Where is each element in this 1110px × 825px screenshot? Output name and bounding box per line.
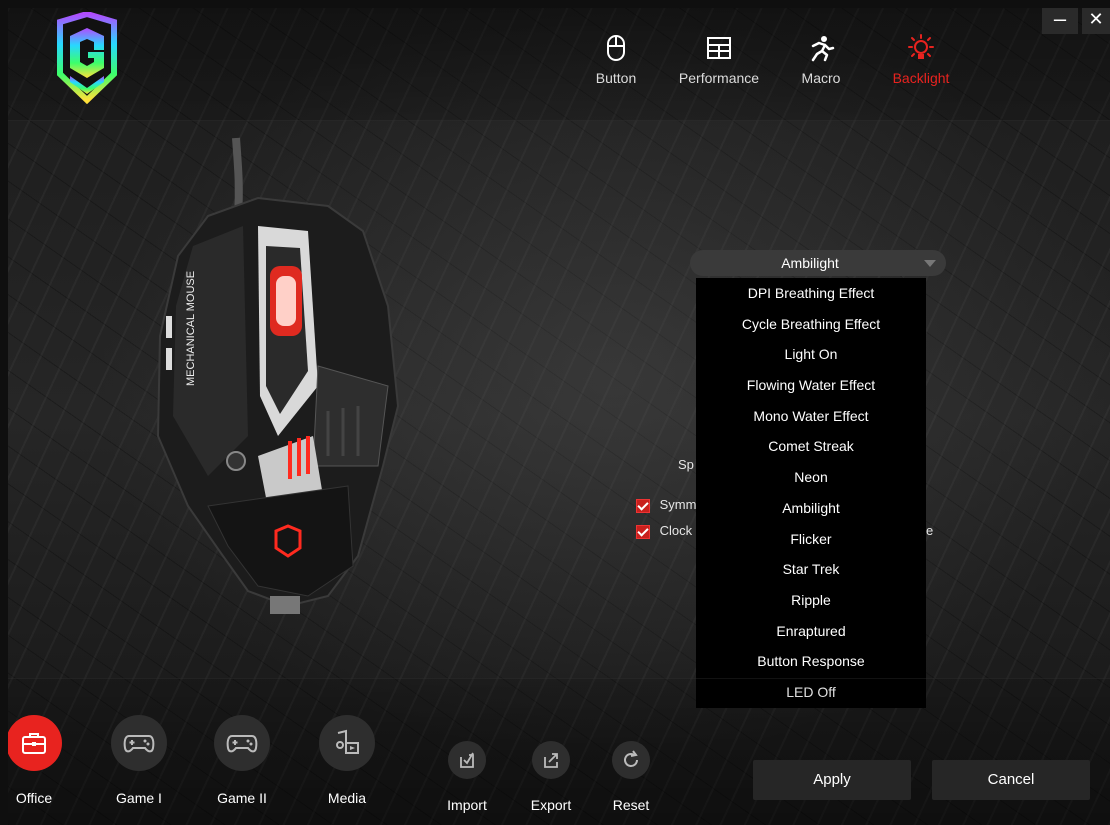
reset-button[interactable]: Reset xyxy=(601,741,661,813)
nav-button[interactable]: Button xyxy=(568,34,664,86)
nav-label: Performance xyxy=(678,70,760,86)
gamepad-icon xyxy=(123,735,155,753)
nav-backlight[interactable]: Backlight xyxy=(873,34,969,86)
profile-media[interactable]: Media xyxy=(307,715,387,806)
import-button[interactable]: Import xyxy=(437,741,497,813)
effect-option[interactable]: Ambilight xyxy=(696,493,926,524)
nav-label: Button xyxy=(595,70,637,86)
mouse-label-text: MECHANICAL MOUSE xyxy=(185,271,197,386)
effect-option[interactable]: Flowing Water Effect xyxy=(696,370,926,401)
profile-office[interactable]: Office xyxy=(8,715,74,806)
tool-label: Export xyxy=(530,797,572,813)
effect-selected-value: Ambilight xyxy=(781,255,839,271)
grid-icon xyxy=(707,37,731,59)
profile-game-2[interactable]: Game II xyxy=(202,715,282,806)
effect-options-list: DPI Breathing Effect Cycle Breathing Effe… xyxy=(696,278,926,708)
media-icon xyxy=(336,729,359,754)
mouse-icon xyxy=(607,35,625,61)
bottom-bar: Office Game I Game II Media Import Expor… xyxy=(8,678,1110,825)
effect-option[interactable]: Star Trek xyxy=(696,554,926,585)
close-button[interactable]: ✕ xyxy=(1082,8,1110,34)
speed-label: Sp xyxy=(678,457,694,472)
effect-option[interactable]: Comet Streak xyxy=(696,431,926,462)
apply-button[interactable]: Apply xyxy=(753,760,911,800)
effect-option[interactable]: Mono Water Effect xyxy=(696,401,926,432)
nav-performance[interactable]: Performance xyxy=(671,34,767,86)
reset-icon xyxy=(624,750,638,767)
tool-label: Import xyxy=(447,797,487,813)
symmetric-label: Symm xyxy=(659,497,697,512)
effect-dropdown[interactable]: Ambilight xyxy=(690,250,946,276)
nav-label: Macro xyxy=(801,70,841,86)
export-button[interactable]: Export xyxy=(521,741,581,813)
effect-option[interactable]: Enraptured xyxy=(696,616,926,647)
app-window: – ✕ Button Performance Macro Backlight M… xyxy=(8,8,1110,825)
top-bar: – ✕ Button Performance Macro Backlight xyxy=(8,8,1110,121)
lightbulb-icon xyxy=(908,34,934,59)
chevron-down-icon xyxy=(924,260,936,267)
export-icon xyxy=(544,753,558,768)
trailing-text: e xyxy=(926,523,934,538)
clockwise-option[interactable]: Clock xyxy=(636,523,692,539)
effect-option[interactable]: Light On xyxy=(696,339,926,370)
gamepad-icon xyxy=(226,735,258,753)
effect-option[interactable]: Ripple xyxy=(696,585,926,616)
profile-game-1[interactable]: Game I xyxy=(99,715,179,806)
brand-logo xyxy=(57,12,117,104)
nav-label: Backlight xyxy=(892,70,950,86)
profile-label: Game I xyxy=(116,790,162,806)
profile-label: Office xyxy=(15,790,53,806)
import-icon xyxy=(460,752,474,768)
profile-label: Media xyxy=(327,790,367,806)
minimize-button[interactable]: – xyxy=(1042,8,1078,34)
clockwise-label: Clock xyxy=(659,523,693,538)
effect-option[interactable]: DPI Breathing Effect xyxy=(696,278,926,309)
profile-label: Game II xyxy=(217,790,267,806)
clockwise-checkbox[interactable] xyxy=(636,524,650,539)
effect-option[interactable]: Button Response xyxy=(696,646,926,677)
symmetric-checkbox[interactable] xyxy=(636,498,650,513)
effect-option[interactable]: Flicker xyxy=(696,524,926,555)
mouse-illustration: MECHANICAL MOUSE xyxy=(156,137,400,614)
briefcase-icon xyxy=(22,733,46,754)
effect-option[interactable]: Cycle Breathing Effect xyxy=(696,309,926,340)
effect-option[interactable]: Neon xyxy=(696,462,926,493)
nav-macro[interactable]: Macro xyxy=(773,34,869,86)
tool-label: Reset xyxy=(612,797,650,813)
symmetric-option[interactable]: Symm xyxy=(636,497,696,513)
cancel-button[interactable]: Cancel xyxy=(932,760,1090,800)
runner-icon xyxy=(811,36,835,62)
